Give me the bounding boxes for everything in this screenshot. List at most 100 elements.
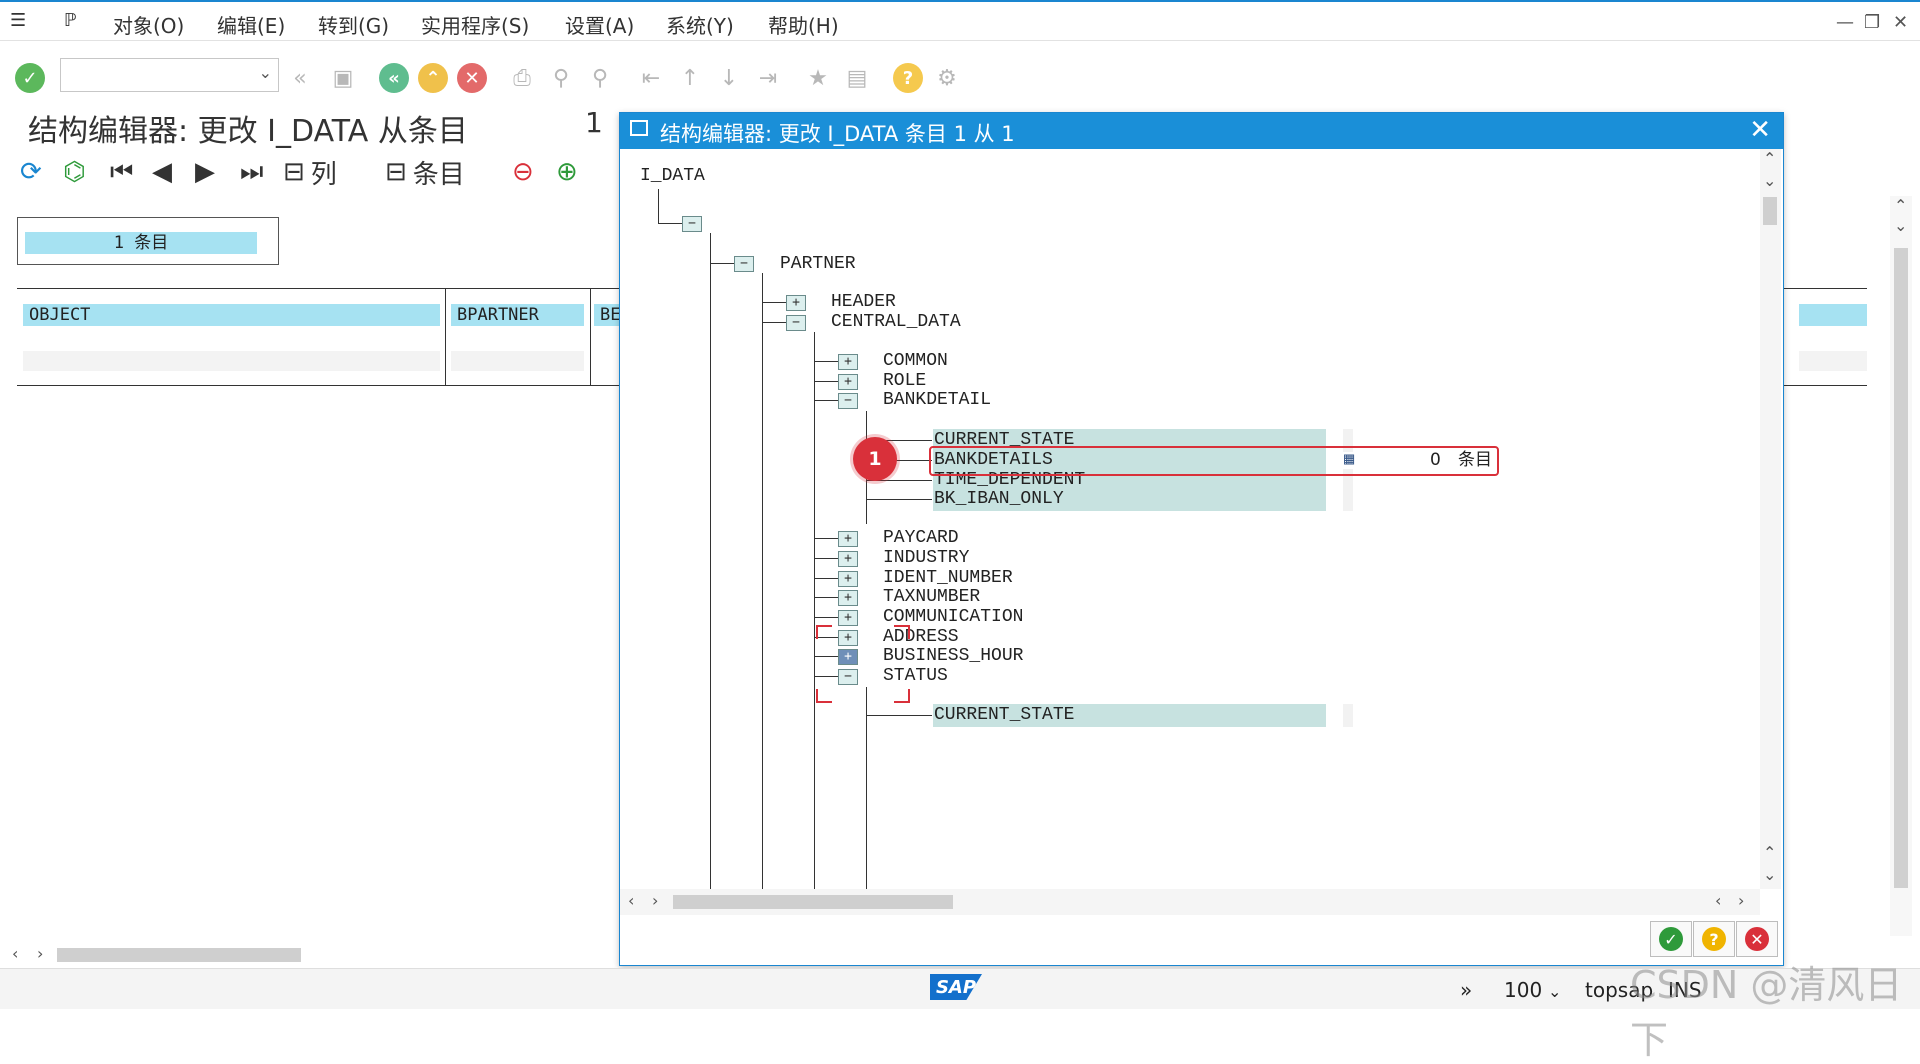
back-icon[interactable]: « [379, 63, 409, 93]
scroll-right-icon[interactable]: › [37, 944, 43, 963]
restore-button[interactable]: ❐ [1864, 12, 1880, 33]
value-cell[interactable] [1343, 488, 1353, 511]
menu-utilities[interactable]: 实用程序(S) [421, 10, 529, 39]
scroll-up-icon[interactable]: ⌃ [1894, 196, 1907, 215]
column-header-object[interactable]: OBJECT [23, 304, 440, 326]
previous-entry-icon[interactable]: ◀ [152, 155, 172, 189]
menu-object[interactable]: 对象(O) [113, 10, 184, 39]
help-button[interactable]: ? [1693, 921, 1735, 957]
scroll-left-icon[interactable]: ‹ [1715, 891, 1721, 910]
scroll-thumb[interactable] [1894, 248, 1908, 888]
first-entry-icon[interactable]: ⏮ [110, 155, 133, 189]
tree-leaf-status-current-state[interactable]: CURRENT_STATE [934, 704, 1074, 726]
collapse-icon[interactable]: − [682, 216, 702, 232]
close-window-button[interactable]: ✕ [1893, 12, 1908, 33]
menu-edit[interactable]: 编辑(E) [217, 10, 285, 39]
tree-node-paycard[interactable]: PAYCARD [883, 527, 959, 549]
expand-icon[interactable]: + [838, 590, 858, 606]
tree-node-taxnumber[interactable]: TAXNUMBER [883, 586, 980, 608]
tree-node-root[interactable]: I_DATA [640, 165, 705, 187]
cancel-button[interactable]: ✕ [1736, 921, 1778, 957]
delete-row-icon[interactable]: ⊖ [512, 155, 534, 189]
expand-icon[interactable]: + [786, 295, 806, 311]
customize-icon[interactable]: ℙ [64, 10, 77, 31]
tree-node-partner[interactable]: PARTNER [780, 253, 856, 275]
collapse-icon[interactable]: − [838, 393, 858, 409]
tree-node-status[interactable]: STATUS [883, 665, 948, 687]
scroll-down-icon[interactable]: ⌄ [1763, 865, 1776, 884]
scroll-right-icon[interactable]: › [1738, 891, 1744, 910]
print-icon[interactable]: ⎙ [507, 63, 537, 93]
tree-node-common[interactable]: COMMON [883, 350, 948, 372]
menu-system[interactable]: 系统(Y) [666, 10, 734, 39]
scroll-left-icon[interactable]: ‹ [628, 891, 634, 910]
dialog-vertical-scrollbar[interactable]: ⌃ ⌄ ⌃ ⌄ [1760, 149, 1781, 889]
expand-icon[interactable]: + [838, 551, 858, 567]
close-icon[interactable]: ✕ [1749, 115, 1771, 145]
main-horizontal-scrollbar[interactable]: ‹ › [0, 944, 620, 966]
menu-help[interactable]: 帮助(H) [768, 10, 839, 39]
insert-row-icon[interactable]: ⊕ [556, 155, 578, 189]
scroll-down-icon[interactable]: ⌄ [1894, 216, 1907, 235]
help-icon[interactable]: ? [893, 63, 923, 93]
menu-goto[interactable]: 转到(G) [318, 10, 389, 39]
menu-settings[interactable]: 设置(A) [565, 10, 634, 39]
gear-icon[interactable]: ⚙ [932, 63, 962, 93]
scroll-thumb[interactable] [673, 895, 953, 909]
scroll-thumb[interactable] [57, 948, 301, 962]
find-next-icon[interactable]: ⚲ [585, 63, 615, 93]
columns-button[interactable]: ⊟ 列 [283, 155, 337, 190]
double-chevron-icon[interactable]: » [1460, 978, 1472, 1002]
zoom-level[interactable]: 100 [1504, 978, 1542, 1002]
collapse-icon[interactable]: − [786, 315, 806, 331]
tree-leaf-bk-iban-only[interactable]: BK_IBAN_ONLY [934, 488, 1064, 510]
menu-icon[interactable]: ☰ [10, 10, 26, 31]
expand-icon[interactable]: + [838, 610, 858, 626]
next-page-icon[interactable]: ↓ [714, 63, 744, 93]
tree-node-central-data[interactable]: CENTRAL_DATA [831, 311, 961, 333]
hierarchy-icon[interactable]: ⌬ [63, 155, 86, 189]
scroll-left-icon[interactable]: ‹ [12, 944, 18, 963]
expand-icon[interactable]: + [838, 630, 858, 646]
confirm-button[interactable]: ✓ [1650, 921, 1692, 957]
command-field[interactable]: ⌄ [60, 58, 279, 92]
entries-button[interactable]: ⊟ 条目 [385, 155, 465, 190]
last-entry-icon[interactable]: ⏭ [240, 155, 263, 189]
shortcut-icon[interactable]: ▤ [842, 63, 872, 93]
last-page-icon[interactable]: ⇥ [753, 63, 783, 93]
column-header-bpartner[interactable]: BPARTNER [451, 304, 584, 326]
expand-icon[interactable]: + [838, 649, 858, 665]
scroll-up-icon[interactable]: ⌃ [1763, 149, 1776, 168]
table-cell[interactable] [23, 351, 440, 371]
refresh-icon[interactable]: ⟳ [20, 155, 42, 189]
tree-node-business-hour[interactable]: BUSINESS_HOUR [883, 645, 1023, 667]
dialog-horizontal-scrollbar[interactable]: ‹ › ‹ › [620, 889, 1760, 915]
minimize-button[interactable]: — [1836, 12, 1854, 33]
chevron-down-icon[interactable]: ⌄ [1548, 982, 1561, 1001]
collapse-icon[interactable]: − [734, 256, 754, 272]
create-session-icon[interactable]: ★ [803, 63, 833, 93]
expand-icon[interactable]: + [838, 531, 858, 547]
enter-check-icon[interactable]: ✓ [15, 63, 45, 93]
main-vertical-scrollbar[interactable]: ⌃ ⌄ [1890, 196, 1912, 936]
expand-icon[interactable]: + [838, 571, 858, 587]
scroll-down-icon[interactable]: ⌄ [1763, 171, 1776, 190]
scroll-right-icon[interactable]: › [652, 891, 658, 910]
expand-icon[interactable]: + [838, 374, 858, 390]
expand-icon[interactable]: + [838, 354, 858, 370]
save-icon[interactable]: ▣ [328, 63, 358, 93]
chevron-down-icon[interactable]: ⌄ [259, 63, 272, 82]
cancel-icon[interactable]: ✕ [457, 63, 487, 93]
table-cell[interactable] [1799, 351, 1867, 371]
tree-node-industry[interactable]: INDUSTRY [883, 547, 969, 569]
scroll-up-icon[interactable]: ⌃ [1763, 843, 1776, 862]
table-cell[interactable] [451, 351, 584, 371]
collapse-icon[interactable]: − [838, 669, 858, 685]
value-cell[interactable] [1343, 704, 1353, 727]
scroll-thumb[interactable] [1763, 197, 1777, 225]
tree-node-header[interactable]: HEADER [831, 291, 896, 313]
back-double-chevron-icon[interactable]: « [285, 63, 315, 93]
exit-icon[interactable]: ⌃ [418, 63, 448, 93]
prev-page-icon[interactable]: ↑ [675, 63, 705, 93]
next-entry-icon[interactable]: ▶ [195, 155, 215, 189]
